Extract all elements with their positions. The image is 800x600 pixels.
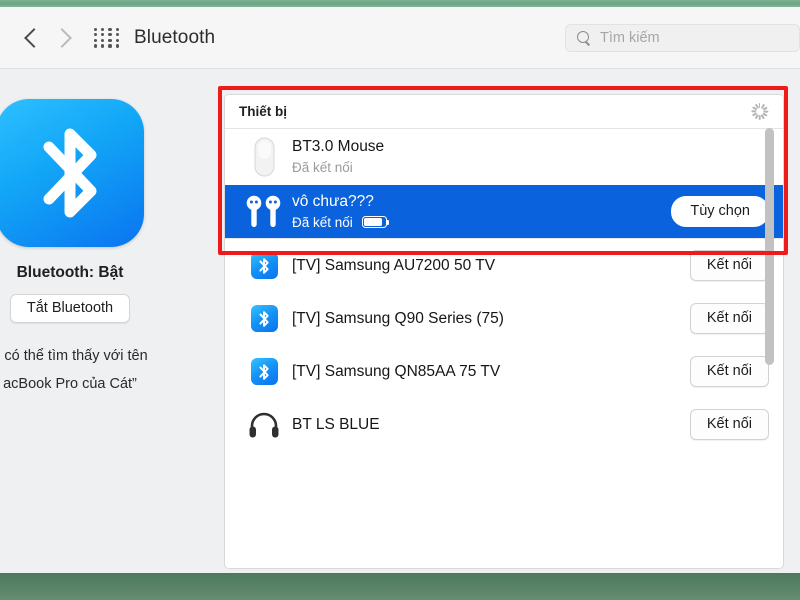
magic-mouse-icon [242,137,286,177]
device-name: [TV] Samsung Q90 Series (75) [292,310,504,327]
device-name: [TV] Samsung QN85AA 75 TV [292,363,501,380]
list-item[interactable]: [TV] Samsung AU7200 50 TV Kết nối [225,239,783,292]
device-text-group: vô chưa??? Đã kết nối [292,192,671,232]
bluetooth-icon [0,99,144,247]
list-item[interactable]: BT3.0 Mouse Đã kết nối [225,129,783,185]
bluetooth-tile-icon [242,358,286,385]
device-name: vô chưa??? [292,192,374,210]
bluetooth-status-label: Bluetooth: Bật [16,264,124,281]
device-text-group: [TV] Samsung QN85AA 75 TV [292,362,690,381]
list-item-selected[interactable]: vô chưa??? Đã kết nối Tùy chọn [225,185,783,238]
airpods-icon [242,195,286,229]
list-item[interactable]: [TV] Samsung QN85AA 75 TV Kết nối [225,345,783,398]
list-item[interactable]: BT LS BLUE Kết nối [225,398,783,451]
bottom-green-band [0,573,800,600]
device-name: [TV] Samsung AU7200 50 TV [292,257,496,274]
device-text-group: [TV] Samsung AU7200 50 TV [292,256,690,275]
device-text-group: [TV] Samsung Q90 Series (75) [292,309,690,328]
chevron-left-icon[interactable] [18,23,48,53]
device-connect-button[interactable]: Kết nối [689,303,769,334]
device-column-header: Thiết bị [239,104,287,119]
device-status: Đã kết nối [292,158,769,177]
search-input[interactable] [600,30,780,46]
bluetooth-summary-panel: Bluetooth: Bật Tắt Bluetooth ó có thể tì… [0,99,195,398]
device-connect-button[interactable]: Kết nối [689,409,769,440]
chevron-right-icon[interactable] [48,23,78,53]
page-title: Bluetooth [134,26,216,48]
bluetooth-preferences-window: Bluetooth Bluetooth: Bật Tắt Bluetooth ó… [0,0,800,600]
battery-icon [361,216,390,228]
preferences-body: Bluetooth: Bật Tắt Bluetooth ó có thể tì… [0,69,800,600]
search-field[interactable] [565,24,800,52]
bluetooth-tile-icon [242,252,286,279]
bluetooth-tile-icon [242,305,286,332]
device-connect-button[interactable]: Kết nối [689,356,769,387]
device-options-button[interactable]: Tùy chọn [671,196,769,227]
device-connect-button[interactable]: Kết nối [689,250,769,281]
search-icon [577,31,591,45]
loading-spinner-icon [750,102,769,121]
scrollbar-thumb[interactable] [765,128,774,365]
device-name: BT LS BLUE [292,416,380,433]
device-text-group: BT3.0 Mouse Đã kết nối [292,137,769,177]
device-status-text: Đã kết nối [292,160,353,175]
navigation-arrows [18,23,78,53]
device-list-scrollbar[interactable] [764,128,775,562]
discoverable-note: ó có thể tìm thấy với tên acBook Pro của… [0,342,195,398]
toggle-bluetooth-button[interactable]: Tắt Bluetooth [9,294,131,323]
device-status-text: Đã kết nối [292,214,353,230]
device-text-group: BT LS BLUE [292,415,690,434]
window-toolbar: Bluetooth [0,7,800,69]
device-name: BT3.0 Mouse [292,138,385,155]
discoverable-note-line-1: ó có thể tìm thấy với tên [0,348,148,364]
grid-apps-icon[interactable] [94,27,120,49]
device-list-panel: Thiết bị BT3.0 Mouse Đã kết nối vô chưa?… [224,94,784,569]
top-green-band [0,0,800,7]
discoverable-note-line-2: acBook Pro của Cát” [3,376,137,392]
device-status: Đã kết nối [292,213,671,232]
list-item[interactable]: [TV] Samsung Q90 Series (75) Kết nối [225,292,783,345]
device-list-header: Thiết bị [225,95,783,129]
headphones-icon [242,411,286,439]
